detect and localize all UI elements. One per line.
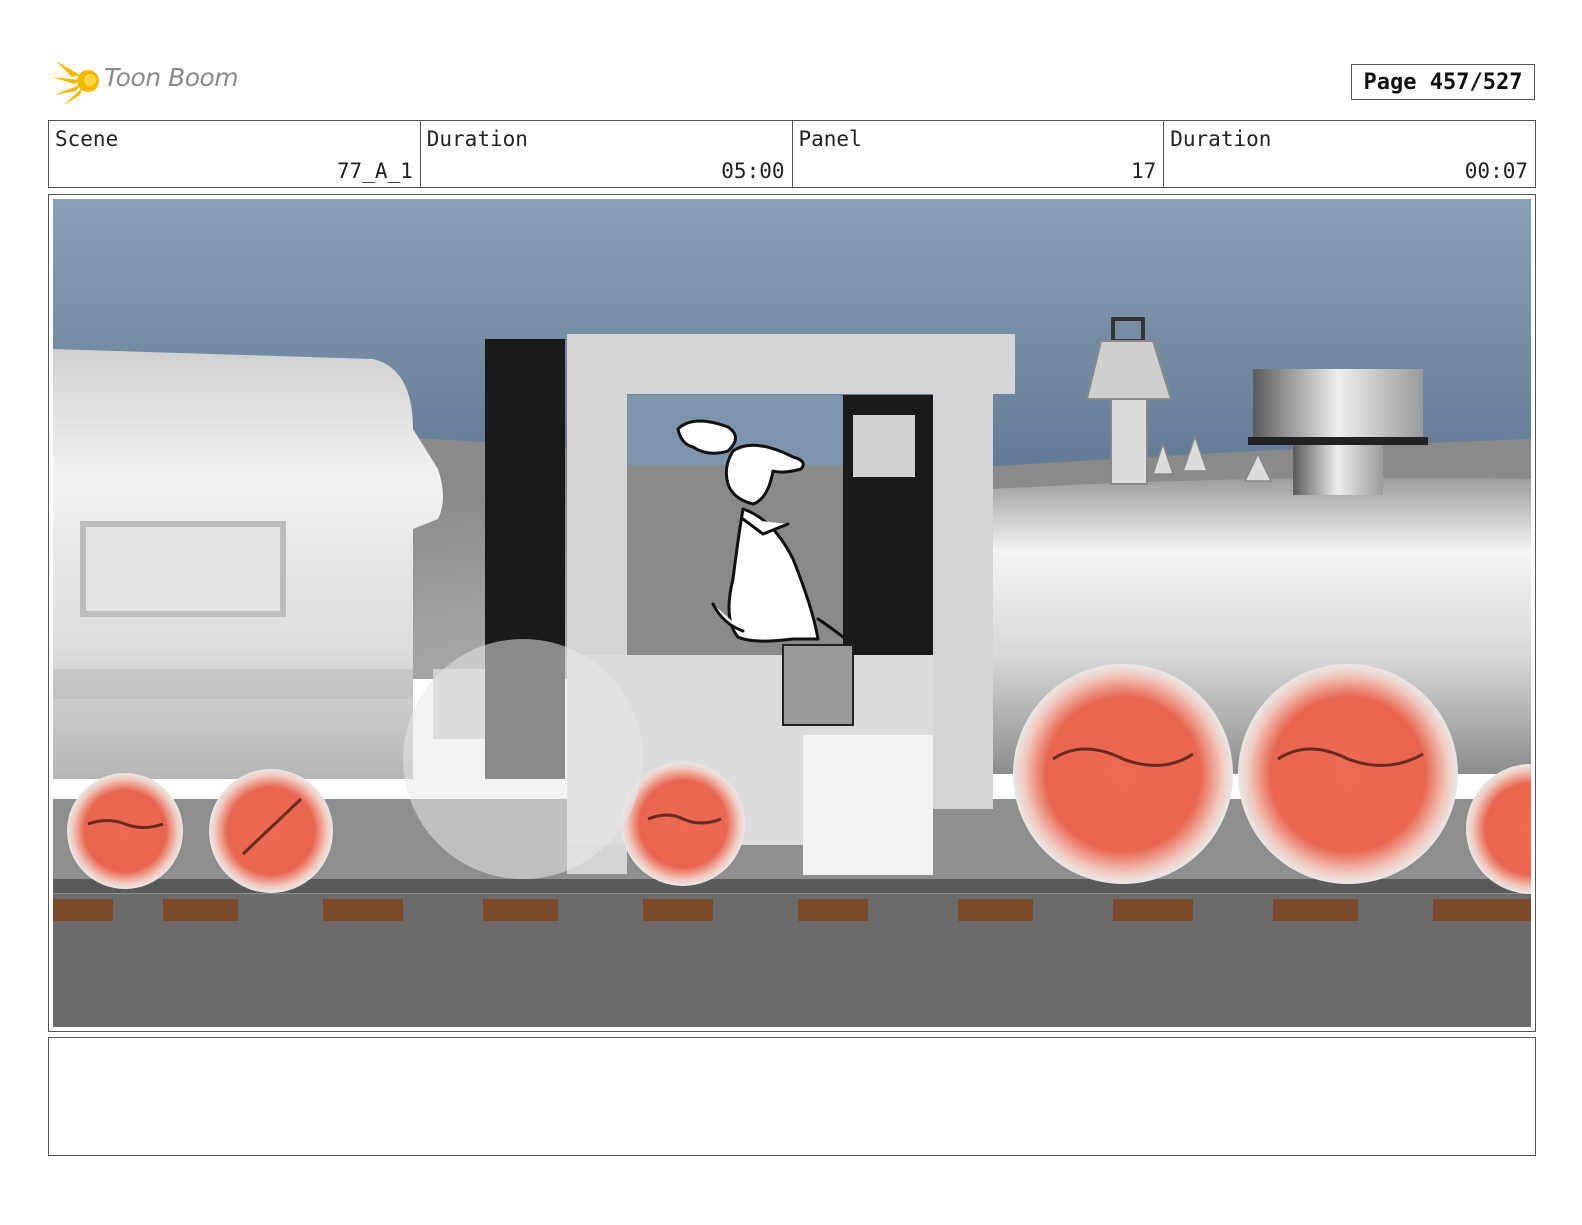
scene-cell: Scene 77_A_1	[49, 121, 421, 187]
smoke-haze	[403, 639, 643, 879]
panel-cell: Panel 17	[793, 121, 1165, 187]
storyboard-panel-frame	[48, 194, 1536, 1032]
scene-duration-value: 05:00	[721, 159, 785, 183]
wheel	[209, 769, 333, 893]
panel-notes-box	[48, 1037, 1536, 1156]
scene-duration-cell: Duration 05:00	[421, 121, 793, 187]
train-scene-illustration	[53, 199, 1531, 1027]
storyboard-panel-image	[53, 199, 1531, 1027]
scene-label: Scene	[55, 127, 119, 151]
panel-duration-label: Duration	[1170, 127, 1272, 151]
wheel	[67, 773, 183, 889]
page-indicator: Page 457/527	[1351, 64, 1535, 100]
logo-text: Toon Boom	[104, 63, 239, 92]
panel-value: 17	[1130, 159, 1157, 183]
panel-duration-cell: Duration 00:07	[1164, 121, 1535, 187]
logo-burst-icon	[52, 61, 99, 105]
panel-label: Panel	[798, 127, 862, 151]
panel-duration-value: 00:07	[1464, 159, 1528, 183]
panel-info-table: Scene 77_A_1 Duration 05:00 Panel 17 Dur…	[48, 120, 1536, 188]
wheel	[1013, 664, 1233, 884]
toon-boom-logo: Toon Boom	[50, 55, 250, 109]
scene-value: 77_A_1	[336, 159, 413, 183]
wheel	[1238, 664, 1458, 884]
scene-duration-label: Duration	[426, 127, 528, 151]
